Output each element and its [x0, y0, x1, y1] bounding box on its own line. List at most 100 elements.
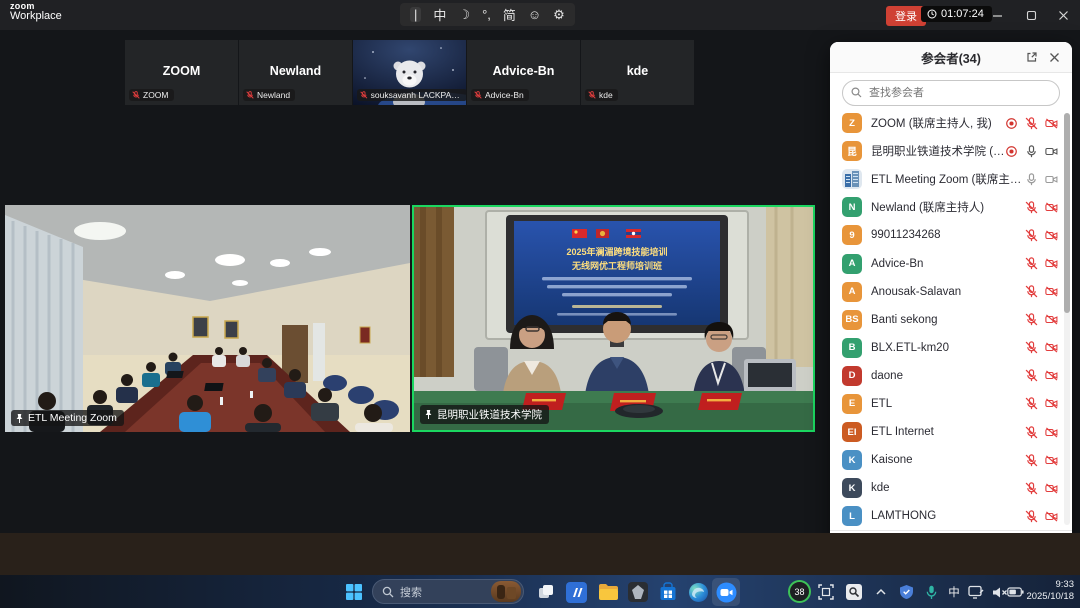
clock-tray[interactable]: 9:33 2025/10/18: [1018, 579, 1074, 603]
camera-off-icon[interactable]: [1045, 369, 1058, 382]
camera-off-icon[interactable]: [1045, 229, 1058, 242]
microsoft-store-button[interactable]: [656, 580, 680, 604]
video-thumbnail-strip: ZOOM ZOOMNewland Newland souksavanh LACK…: [125, 40, 694, 105]
store-icon: [658, 582, 678, 602]
mic-muted-icon[interactable]: [1025, 201, 1038, 214]
login-button[interactable]: 登录: [886, 6, 926, 26]
ime-item[interactable]: ⚙: [553, 7, 565, 23]
participant-row[interactable]: LLAMTHONG: [830, 502, 1072, 530]
participant-status-icons: [1025, 229, 1058, 242]
mic-muted-icon[interactable]: [1025, 369, 1038, 382]
scrollbar-thumb[interactable]: [1064, 113, 1070, 313]
camera-off-icon[interactable]: [1045, 482, 1058, 495]
ime-toolbar[interactable]: | 中 ☽ °, 简 ☺ ⚙: [400, 3, 575, 26]
participant-row[interactable]: ZZOOM (联席主持人, 我): [830, 109, 1072, 137]
ime-item[interactable]: ☽: [458, 7, 470, 23]
mic-muted-icon[interactable]: [1025, 482, 1038, 495]
video-thumbnail[interactable]: kde kde: [581, 40, 694, 105]
ime-item[interactable]: °,: [482, 7, 491, 22]
participant-avatar: EI: [842, 422, 862, 442]
mic-icon[interactable]: [1025, 145, 1038, 158]
zoom-app-button[interactable]: [714, 580, 738, 604]
mic-muted-icon[interactable]: [1025, 426, 1038, 439]
participant-avatar: A: [842, 282, 862, 302]
participant-row[interactable]: 999011234268: [830, 221, 1072, 249]
participant-search-input[interactable]: [842, 80, 1060, 106]
participant-row[interactable]: ETL Meeting Zoom (联席主持人): [830, 165, 1072, 193]
ime-language-indicator[interactable]: 中: [942, 580, 966, 604]
voice-input-tray-button[interactable]: [919, 580, 943, 604]
edge-browser-button[interactable]: [686, 580, 710, 604]
maximize-button[interactable]: [1014, 0, 1048, 30]
dark-gem-app-icon[interactable]: [626, 580, 650, 604]
mic-muted-icon[interactable]: [1025, 229, 1038, 242]
video-label-right: 昆明职业铁道技术学院: [420, 405, 549, 424]
search-highlight-image[interactable]: [491, 581, 521, 602]
participant-row[interactable]: KKaisone: [830, 446, 1072, 474]
participant-name: kde: [871, 482, 1025, 494]
minimize-button[interactable]: [980, 0, 1014, 30]
video-thumbnail[interactable]: Newland Newland: [239, 40, 352, 105]
video-thumbnail[interactable]: ZOOM ZOOM: [125, 40, 238, 105]
camera-off-icon[interactable]: [1045, 285, 1058, 298]
participant-row[interactable]: BBLX.ETL-km20: [830, 334, 1072, 362]
thumbnail-display-name: ZOOM: [125, 64, 238, 78]
pen-display-tray-button[interactable]: [964, 580, 988, 604]
ime-item[interactable]: 简: [503, 5, 516, 24]
tray-chevron-button[interactable]: [869, 580, 893, 604]
screenshot-tray-button[interactable]: [814, 580, 838, 604]
video-tile-etl-meeting[interactable]: ETL Meeting Zoom: [5, 205, 410, 432]
participant-row[interactable]: Kkde: [830, 474, 1072, 502]
mic-muted-icon[interactable]: [1025, 257, 1038, 270]
participant-row[interactable]: BSBanti sekong: [830, 306, 1072, 334]
mic-muted-icon[interactable]: [1025, 397, 1038, 410]
camera-off-icon[interactable]: [1045, 454, 1058, 467]
participant-row[interactable]: EIETL Internet: [830, 418, 1072, 446]
camera-off-icon[interactable]: [1045, 313, 1058, 326]
tray-badge[interactable]: 38: [788, 580, 811, 603]
start-button[interactable]: [342, 580, 366, 604]
camera-icon[interactable]: [1045, 145, 1058, 158]
mic-muted-icon[interactable]: [1025, 313, 1038, 326]
taskbar-search[interactable]: 搜索: [372, 579, 524, 604]
participant-avatar: 昆: [842, 141, 862, 161]
panel-close-button[interactable]: [1046, 49, 1062, 65]
camera-icon[interactable]: [1045, 173, 1058, 186]
blue-slashes-app-icon[interactable]: [564, 580, 588, 604]
security-shield-tray-button[interactable]: [894, 580, 918, 604]
thumbnail-name-badge: Advice-Bn: [471, 89, 529, 101]
magnifier-app-tray-button[interactable]: [842, 580, 866, 604]
participant-row[interactable]: Ddaone: [830, 362, 1072, 390]
camera-off-icon[interactable]: [1045, 510, 1058, 523]
ime-item[interactable]: 中: [433, 5, 446, 24]
camera-off-icon[interactable]: [1045, 201, 1058, 214]
close-button[interactable]: [1046, 0, 1080, 30]
mic-muted-icon[interactable]: [1025, 341, 1038, 354]
camera-off-icon[interactable]: [1045, 257, 1058, 270]
ime-item[interactable]: ☺: [528, 7, 541, 22]
participant-row[interactable]: EETL: [830, 390, 1072, 418]
video-thumbnail[interactable]: Advice-Bn Advice-Bn: [467, 40, 580, 105]
search-icon: [851, 87, 862, 98]
gem-icon: [628, 582, 648, 602]
camera-off-icon[interactable]: [1045, 341, 1058, 354]
task-view-button[interactable]: [534, 580, 558, 604]
mic-muted-icon[interactable]: [1025, 285, 1038, 298]
mic-muted-icon[interactable]: [1025, 510, 1038, 523]
camera-off-icon[interactable]: [1045, 397, 1058, 410]
video-tile-kunming-college[interactable]: 2025年澜湄跨境技能培训 无线网优工程师培训班: [412, 205, 815, 432]
participant-row[interactable]: AAnousak-Salavan: [830, 278, 1072, 306]
ime-item[interactable]: |: [410, 7, 421, 22]
participant-row[interactable]: AAdvice-Bn: [830, 249, 1072, 277]
participant-avatar: [842, 169, 862, 189]
camera-off-icon[interactable]: [1045, 426, 1058, 439]
mic-icon[interactable]: [1025, 173, 1038, 186]
video-thumbnail[interactable]: souksavanh LACKPASI...: [353, 40, 466, 105]
mic-muted-icon[interactable]: [1025, 454, 1038, 467]
mic-muted-icon[interactable]: [1025, 117, 1038, 130]
file-explorer-button[interactable]: [596, 580, 620, 604]
camera-off-icon[interactable]: [1045, 117, 1058, 130]
popout-button[interactable]: [1024, 49, 1040, 65]
participant-row[interactable]: 昆昆明职业铁道技术学院 (主持人): [830, 137, 1072, 165]
participant-row[interactable]: NNewland (联席主持人): [830, 193, 1072, 221]
